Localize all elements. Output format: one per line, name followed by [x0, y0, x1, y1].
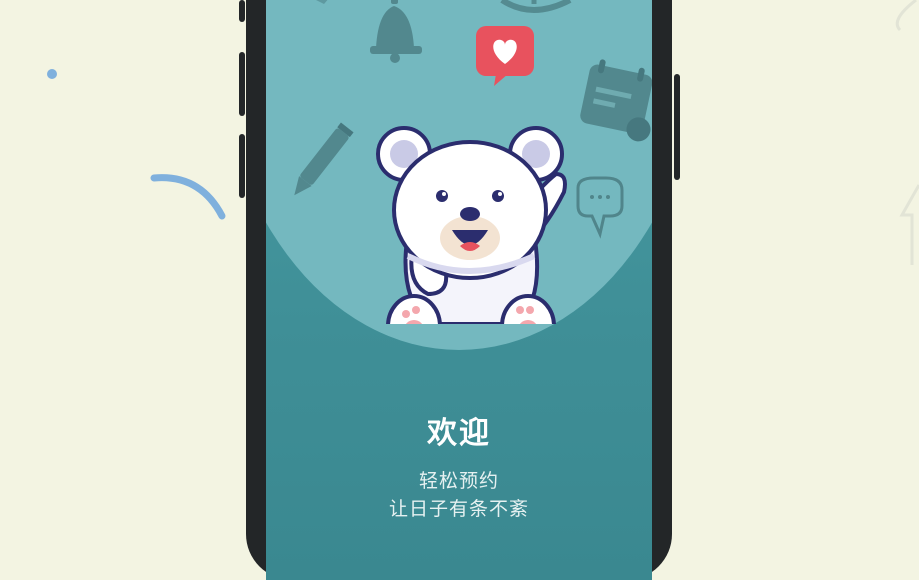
pencil-icon-top — [316, 0, 328, 4]
volume-down-button — [239, 52, 245, 116]
decorative-arc — [150, 174, 226, 220]
welcome-title: 欢迎 — [427, 416, 491, 451]
chat-bubble-icon — [576, 176, 624, 239]
calendar-icon — [580, 59, 652, 142]
subtitle-line-1: 轻松预约 — [418, 470, 499, 492]
decorative-outline-shape — [895, 0, 919, 265]
volume-up-button — [239, 0, 245, 22]
decorative-dot — [47, 69, 57, 79]
welcome-screen: 欢迎 轻松预约 让日子有条不紊 — [266, 0, 652, 580]
side-button-lower — [239, 134, 245, 198]
polar-bear-illustration — [376, 126, 567, 324]
pencil-icon — [294, 122, 354, 196]
phone-frame: 欢迎 轻松预约 让日子有条不紊 — [246, 0, 672, 580]
power-button — [674, 74, 680, 180]
subtitle-line-2: 让日子有条不紊 — [388, 498, 529, 520]
clock-icon — [500, 0, 572, 13]
